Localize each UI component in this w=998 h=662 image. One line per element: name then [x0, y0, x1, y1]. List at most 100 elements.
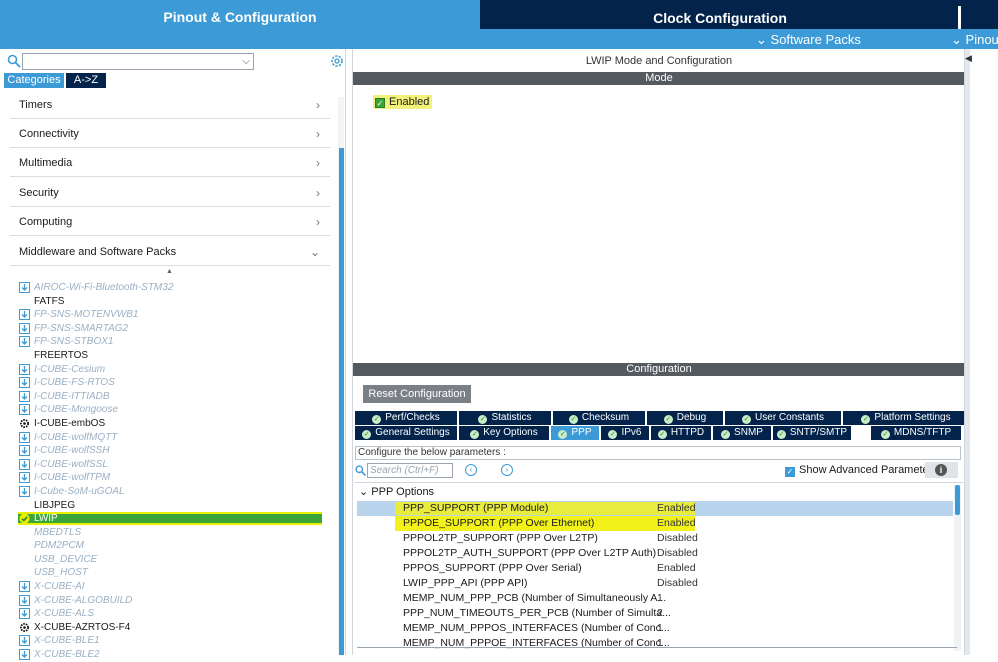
software-pack-item[interactable]: I-CUBE-wolfSSL	[18, 458, 334, 472]
params-scrollbar-thumb[interactable]	[955, 485, 960, 515]
parameter-value[interactable]: 1	[657, 591, 663, 606]
software-packs-menu[interactable]: ⌄ Software Packs	[756, 32, 861, 48]
check-circle-icon: ✓	[470, 430, 480, 439]
pinout-menu[interactable]: ⌄ Pinout	[951, 32, 998, 48]
software-pack-label: I-CUBE-Cesium	[34, 363, 106, 375]
software-pack-item[interactable]: I-CUBE-FS-RTOS	[18, 376, 334, 390]
chevron-down-icon[interactable]: ⌵	[242, 56, 250, 67]
config-tab[interactable]: ✓ MDNS/TFTP	[871, 426, 961, 440]
parameter-value[interactable]: Disabled	[657, 576, 698, 591]
category-multimedia[interactable]: Multimedia ›	[10, 148, 330, 177]
parameter-name: MEMP_NUM_PPP_PCB (Number of Simultaneous…	[403, 592, 667, 604]
config-tab[interactable]: ✓ Perf/Checks	[355, 411, 457, 425]
parameter-value[interactable]: Enabled	[657, 561, 696, 576]
parameter-value[interactable]: 1	[657, 621, 663, 636]
tab-clock-configuration[interactable]: Clock Configuration	[483, 6, 957, 29]
software-pack-item[interactable]: I-CUBE-ITTIADB	[18, 390, 334, 404]
search-icon[interactable]	[355, 465, 366, 476]
next-match-icon[interactable]: ›	[501, 464, 513, 476]
parameter-row[interactable]: PPPOS_SUPPORT (PPP Over Serial) Enabled	[357, 561, 953, 576]
software-pack-item[interactable]: FP-SNS-MOTENVWB1	[18, 308, 334, 322]
parameter-row[interactable]: PPP_NUM_TIMEOUTS_PER_PCB (Number of Simu…	[357, 606, 953, 621]
software-pack-item[interactable]: I-CUBE-embOS	[18, 417, 334, 431]
param-search-input[interactable]: Search (Ctrl+F)	[367, 463, 453, 478]
parameter-row[interactable]: LWIP_PPP_API (PPP API) Disabled	[357, 576, 953, 591]
parameter-value[interactable]: Disabled	[657, 531, 698, 546]
software-pack-item[interactable]: X-CUBE-AI	[18, 580, 334, 594]
config-tab[interactable]: ✓ General Settings	[355, 426, 457, 440]
category-middleware[interactable]: Middleware and Software Packs ⌄	[10, 237, 330, 266]
software-pack-item[interactable]: MBEDTLS	[18, 526, 334, 540]
software-pack-item[interactable]: FP-SNS-SMARTAG2	[18, 322, 334, 336]
parameter-row[interactable]: MEMP_NUM_PPPOE_INTERFACES (Number of Con…	[357, 636, 953, 651]
software-pack-item[interactable]: I-CUBE-wolfTPM	[18, 471, 334, 485]
collapse-strip[interactable]	[965, 49, 970, 655]
config-tab[interactable]: ✓ User Constants	[725, 411, 841, 425]
software-pack-label: FREERTOS	[34, 349, 89, 361]
software-pack-label: I-CUBE-wolfSSH	[34, 445, 110, 457]
software-pack-item[interactable]: USB_HOST	[18, 566, 334, 580]
config-tab[interactable]: ✓ IPv6	[601, 426, 649, 440]
config-tab[interactable]: ✓ Key Options	[459, 426, 549, 440]
config-tab[interactable]: ✓ Platform Settings	[843, 411, 969, 425]
software-pack-item[interactable]: FATFS	[18, 295, 334, 309]
config-tab[interactable]: ✓ HTTPD	[651, 426, 711, 440]
parameter-row[interactable]: PPPOL2TP_AUTH_SUPPORT (PPP Over L2TP Aut…	[357, 546, 953, 561]
config-tab[interactable]: ✓ Checksum	[553, 411, 645, 425]
software-pack-item[interactable]: X-CUBE-BLE1	[18, 634, 334, 648]
parameter-value[interactable]: Enabled	[657, 501, 696, 516]
config-tab[interactable]: ✓ SNTP/SMTP	[773, 426, 851, 440]
check-circle-icon: ✓	[362, 430, 372, 439]
software-pack-item[interactable]: X-CUBE-ALS	[18, 607, 334, 621]
category-security[interactable]: Security ›	[10, 178, 330, 207]
show-advanced-checkbox[interactable]: ✓ Show Advanced Parameters	[785, 463, 938, 477]
previous-match-icon[interactable]: ‹	[465, 464, 477, 476]
category-label: Security	[19, 187, 59, 199]
parameter-row[interactable]: PPPOE_SUPPORT (PPP Over Ethernet) Enabled	[357, 516, 953, 531]
scroll-up-icon[interactable]: ▲	[166, 268, 173, 275]
software-pack-item[interactable]: AIROC-Wi-Fi-Bluetooth-STM32	[18, 281, 334, 295]
categories-scrollbar-thumb[interactable]	[339, 148, 344, 655]
gear-icon[interactable]	[329, 53, 345, 69]
search-icon[interactable]	[7, 54, 21, 68]
software-pack-item[interactable]: X-CUBE-ALGOBUILD	[18, 594, 334, 608]
software-pack-item[interactable]: LWIP	[18, 512, 334, 526]
tab-a-z[interactable]: A->Z	[66, 73, 106, 88]
software-pack-label: I-CUBE-embOS	[34, 417, 106, 429]
parameter-row[interactable]: PPPOL2TP_SUPPORT (PPP Over L2TP) Disabled	[357, 531, 953, 546]
software-pack-item[interactable]: I-CUBE-wolfSSH	[18, 444, 334, 458]
parameter-row[interactable]: MEMP_NUM_PPPOS_INTERFACES (Number of Con…	[357, 621, 953, 636]
software-pack-item[interactable]: I-Cube-SoM-uGOAL	[18, 485, 334, 499]
config-tab[interactable]: ✓ Statistics	[459, 411, 551, 425]
software-pack-item[interactable]: X-CUBE-AZRTOS-F4	[18, 621, 334, 635]
category-search-combo[interactable]: ⌵	[22, 53, 254, 70]
tab-pinout-configuration[interactable]: Pinout & Configuration	[0, 0, 480, 29]
software-pack-item[interactable]: I-CUBE-Mongoose	[18, 403, 334, 417]
software-pack-item[interactable]: PDM2PCM	[18, 539, 334, 553]
collapse-icon[interactable]: ◀	[965, 53, 972, 64]
config-tab[interactable]: ✓ Debug	[647, 411, 723, 425]
enabled-checkbox[interactable]: ✓ Enabled	[373, 95, 433, 109]
software-pack-item[interactable]: FP-SNS-STBOX1	[18, 335, 334, 349]
software-pack-item[interactable]: LIBJPEG	[18, 499, 334, 513]
reset-configuration-button[interactable]: Reset Configuration	[363, 385, 471, 403]
software-pack-item[interactable]: FREERTOS	[18, 349, 334, 363]
category-timers[interactable]: Timers ›	[10, 90, 330, 119]
ppp-options-group[interactable]: ⌄ PPP Options	[359, 485, 434, 499]
software-pack-item[interactable]: I-CUBE-wolfMQTT	[18, 431, 334, 445]
category-computing[interactable]: Computing ›	[10, 207, 330, 236]
parameter-value[interactable]: 2	[657, 606, 663, 621]
parameter-value[interactable]: 1	[657, 636, 663, 651]
gear-icon	[20, 622, 29, 632]
config-tab[interactable]: ✓ SNMP	[713, 426, 771, 440]
parameter-row[interactable]: MEMP_NUM_PPP_PCB (Number of Simultaneous…	[357, 591, 953, 606]
info-button[interactable]: i	[925, 462, 958, 478]
parameter-row[interactable]: PPP_SUPPORT (PPP Module) Enabled	[357, 501, 953, 516]
software-pack-item[interactable]: USB_DEVICE	[18, 553, 334, 567]
config-tab[interactable]: ✓ PPP	[551, 426, 599, 440]
parameter-value[interactable]: Disabled	[657, 546, 698, 561]
category-connectivity[interactable]: Connectivity ›	[10, 119, 330, 148]
parameter-value[interactable]: Enabled	[657, 516, 696, 531]
software-pack-item[interactable]: I-CUBE-Cesium	[18, 363, 334, 377]
tab-categories[interactable]: Categories	[4, 73, 64, 88]
